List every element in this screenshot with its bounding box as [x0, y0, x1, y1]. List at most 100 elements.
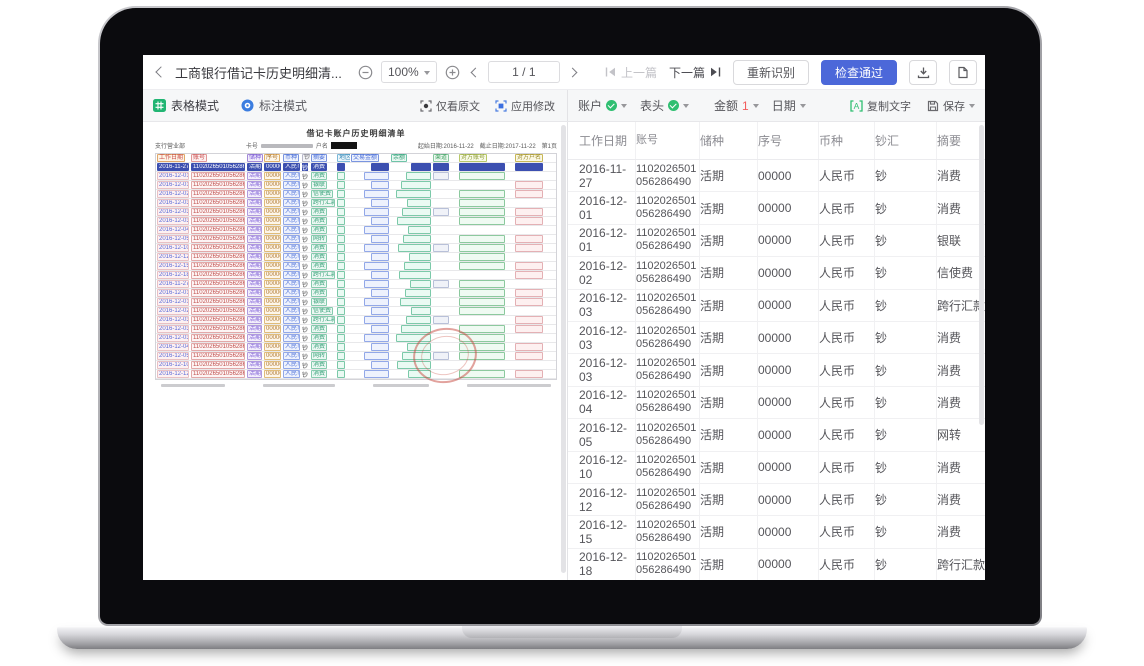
doc-row[interactable]: 2016-12-031102026501056286490活期00000人民币钞… [156, 325, 556, 334]
left-panel-scrollbar[interactable] [561, 125, 566, 573]
download-button[interactable] [909, 60, 937, 85]
table-row[interactable]: 2016-12-031102026501056286490活期00000人民币钞… [568, 322, 985, 354]
doc-cell: 1102026501056286490 [190, 298, 246, 306]
table-row[interactable]: 2016-11-271102026501056286490活期00000人民币钞… [568, 160, 985, 192]
doc-row[interactable]: 2016-12-101102026501056286490活期00000人民币钞… [156, 361, 556, 370]
doc-row[interactable]: 2016-12-031102026501056286490活期00000人民币钞… [156, 208, 556, 217]
tab-table-mode[interactable]: 表格模式 [153, 97, 219, 114]
doc-cell [390, 208, 432, 216]
doc-cell: 活期 [246, 343, 263, 351]
doc-cell: 活期 [246, 226, 263, 234]
approve-button[interactable]: 检查通过 [821, 60, 897, 85]
table-row[interactable]: 2016-12-031102026501056286490活期00000人民币钞… [568, 354, 985, 386]
table-row[interactable]: 2016-12-151102026501056286490活期00000人民币钞… [568, 516, 985, 548]
doc-cell: 钞 [301, 343, 310, 351]
scanned-document[interactable]: 借记卡账户历史明细清单 支行营业部 卡号 户名 起始日期:2016-11-22 … [155, 128, 557, 396]
doc-row[interactable]: 2016-12-051102026501056286490活期00000人民币钞… [156, 352, 556, 361]
table-row[interactable]: 2016-12-011102026501056286490活期00000人民币钞… [568, 225, 985, 257]
doc-row[interactable]: 2016-12-121102026501056286490活期00000人民币钞… [156, 253, 556, 262]
zoom-in-icon[interactable] [445, 65, 460, 80]
table-row[interactable]: 2016-12-011102026501056286490活期00000人民币钞… [568, 192, 985, 224]
doc-cell: 00000 [263, 172, 282, 180]
table-row[interactable]: 2016-12-031102026501056286490活期00000人民币钞… [568, 290, 985, 322]
table-cell: 钞 [875, 452, 937, 483]
doc-cell [390, 181, 432, 189]
table-row[interactable]: 2016-12-021102026501056286490活期00000人民币钞… [568, 257, 985, 289]
field-date-dropdown[interactable]: 日期 [772, 97, 806, 114]
export-doc-button[interactable] [949, 60, 977, 85]
view-original-label: 仅看原文 [436, 98, 480, 114]
doc-cell [514, 343, 556, 351]
next-doc-button[interactable]: 下一篇 [669, 64, 721, 81]
page-indicator[interactable]: 1 / 1 [488, 61, 560, 83]
chevron-down-icon [424, 71, 430, 78]
table-cell: 银联 [937, 225, 985, 256]
table-cell: 00000 [758, 354, 819, 385]
table-row[interactable]: 2016-12-101102026501056286490活期00000人民币钞… [568, 452, 985, 484]
doc-cell: 00000 [263, 280, 282, 288]
doc-row[interactable]: 2016-12-031102026501056286490活期00000人民币钞… [156, 334, 556, 343]
doc-row[interactable]: 2016-12-011102026501056286490活期00000人民币钞… [156, 181, 556, 190]
apply-edits-toggle[interactable]: 应用修改 [495, 98, 555, 114]
back-icon[interactable] [155, 66, 166, 77]
table-cell: 活期 [700, 225, 758, 256]
doc-row[interactable]: 2016-12-181102026501056286490活期00000人民币钞… [156, 271, 556, 280]
zoom-out-icon[interactable] [358, 65, 373, 80]
chevron-down-icon [683, 104, 689, 111]
doc-cell: 人民币 [282, 199, 301, 207]
doc-cell: 活期 [246, 244, 263, 252]
right-panel-scrollbar[interactable] [979, 125, 984, 425]
doc-cell: 00000 [263, 334, 282, 342]
doc-cell [390, 316, 432, 324]
doc-row[interactable]: 2016-12-051102026501056286490活期00000人民币钞… [156, 235, 556, 244]
table-cell: 2016-12-03 [568, 322, 636, 353]
doc-row[interactable]: 2016-12-151102026501056286490活期00000人民币钞… [156, 262, 556, 271]
doc-row[interactable]: 2016-12-101102026501056286490活期00000人民币钞… [156, 244, 556, 253]
table-row[interactable]: 2016-12-051102026501056286490活期00000人民币钞… [568, 419, 985, 451]
view-original-toggle[interactable]: 仅看原文 [420, 98, 480, 114]
field-account-dropdown[interactable]: 账户 [578, 97, 627, 114]
doc-row[interactable]: 2016-12-021102026501056286490活期00000人民币钞… [156, 190, 556, 199]
tab-table-mode-label: 表格模式 [171, 97, 219, 114]
doc-row[interactable]: 2016-12-041102026501056286490活期00000人民币钞… [156, 226, 556, 235]
table-cell: 人民币 [819, 387, 875, 418]
doc-row[interactable]: 2016-12-041102026501056286490活期00000人民币钞… [156, 343, 556, 352]
table-row[interactable]: 2016-12-041102026501056286490活期00000人民币钞… [568, 387, 985, 419]
doc-cell [458, 217, 514, 225]
doc-cell [390, 289, 432, 297]
zoom-level-select[interactable]: 100% [381, 61, 437, 83]
copy-text-button[interactable]: A 复制文字 [850, 98, 911, 114]
save-dropdown[interactable]: 保存 [927, 98, 975, 114]
doc-cell: 2016-12-03 [156, 199, 190, 207]
doc-cell [432, 298, 458, 306]
table-row[interactable]: 2016-12-181102026501056286490活期00000人民币钞… [568, 549, 985, 580]
doc-row[interactable]: 2016-12-011102026501056286490活期00000人民币钞… [156, 172, 556, 181]
prev-doc-button[interactable]: 上一篇 [605, 64, 657, 81]
doc-row[interactable]: 2016-12-021102026501056286490活期00000人民币钞… [156, 307, 556, 316]
doc-row[interactable]: 2016-12-121102026501056286490活期00000人民币钞… [156, 370, 556, 379]
doc-row[interactable]: 2016-12-031102026501056286490活期00000人民币钞… [156, 217, 556, 226]
prev-page-icon[interactable] [470, 67, 480, 77]
doc-row[interactable]: 2016-12-031102026501056286490活期00000人民币钞… [156, 199, 556, 208]
doc-row[interactable]: 2016-11-271102026501056286490活期00000人民币钞… [156, 163, 556, 172]
doc-row[interactable]: 2016-12-011102026501056286490活期00000人民币钞… [156, 298, 556, 307]
doc-cell: 人民币 [282, 271, 301, 279]
annotate-mode-icon [241, 99, 254, 112]
doc-cell [432, 217, 458, 225]
doc-cell: 人民币 [282, 172, 301, 180]
doc-header-cell: 钞汇 [301, 154, 310, 162]
doc-row[interactable]: 2016-12-031102026501056286490活期00000人民币钞… [156, 316, 556, 325]
doc-cell [336, 298, 350, 306]
reocr-button[interactable]: 重新识别 [733, 60, 809, 85]
doc-row[interactable]: 2016-12-011102026501056286490活期00000人民币钞… [156, 289, 556, 298]
doc-cell: 人民币 [282, 289, 301, 297]
table-row[interactable]: 2016-12-121102026501056286490活期00000人民币钞… [568, 484, 985, 516]
doc-cell [514, 190, 556, 198]
doc-header-cell: 余额 [390, 154, 432, 162]
field-amount-dropdown[interactable]: 金额 1 [714, 97, 759, 114]
field-header-dropdown[interactable]: 表头 [640, 97, 689, 114]
tab-annotate-mode[interactable]: 标注模式 [241, 97, 307, 114]
table-cell: 1102026501056286490 [636, 354, 700, 385]
doc-row[interactable]: 2016-11-271102026501056286490活期00000人民币钞… [156, 280, 556, 289]
next-page-icon[interactable] [567, 67, 577, 77]
